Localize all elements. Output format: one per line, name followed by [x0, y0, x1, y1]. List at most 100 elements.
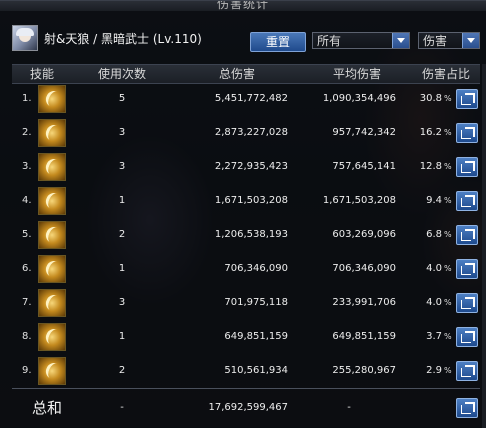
table-row[interactable]: 9. 2 510,561,934 255,280,967 2.9 % [12, 354, 486, 388]
sort-dropdown-value: 伤害 [423, 34, 448, 48]
row-total-damage: 510,561,934 [224, 365, 288, 376]
row-uses: 5 [118, 93, 126, 104]
row-average-damage: 603,269,096 [332, 229, 396, 240]
header-skill[interactable]: 技能 [12, 65, 72, 83]
share-icon[interactable] [456, 123, 478, 143]
row-uses: 1 [118, 263, 126, 274]
row-average-damage: 233,991,706 [332, 297, 396, 308]
percent-sign: % [444, 264, 452, 273]
share-icon[interactable] [456, 293, 478, 313]
row-average-damage: 757,645,141 [332, 161, 396, 172]
table-row[interactable]: 7. 3 701,975,118 233,991,706 4.0 % [12, 286, 486, 320]
row-damage-share: 9.4 [426, 195, 442, 206]
row-total-damage: 1,206,538,193 [214, 229, 288, 240]
share-icon[interactable] [456, 157, 478, 177]
skill-icon[interactable] [38, 255, 66, 283]
table-row[interactable]: 4. 1 1,671,503,208 1,671,503,208 9.4 % [12, 184, 486, 218]
row-index: 6. [22, 263, 32, 274]
row-total-damage: 2,272,935,423 [214, 161, 288, 172]
row-total-damage: 701,975,118 [224, 297, 288, 308]
share-icon[interactable] [456, 89, 478, 109]
share-icon[interactable] [456, 398, 478, 418]
percent-sign: % [444, 230, 452, 239]
share-icon[interactable] [456, 225, 478, 245]
reset-button[interactable]: 重置 [250, 32, 306, 52]
row-total-damage: 1,671,503,208 [214, 195, 288, 206]
header-average-damage[interactable]: 平均伤害 [302, 65, 412, 83]
totals-label: 总和 [32, 399, 63, 417]
skill-icon[interactable] [38, 357, 66, 385]
percent-sign: % [444, 162, 452, 171]
share-icon[interactable] [456, 259, 478, 279]
header-damage-share[interactable]: 伤害占比 [412, 65, 480, 83]
row-index: 4. [22, 195, 32, 206]
skill-icon[interactable] [38, 289, 66, 317]
skill-icon[interactable] [38, 323, 66, 351]
row-damage-share: 2.9 [426, 365, 442, 376]
totals-average-damage: - [347, 402, 351, 413]
row-uses: 2 [118, 229, 126, 240]
table-row[interactable]: 1. 5 5,451,772,482 1,090,354,496 30.8 % [12, 82, 486, 116]
sort-dropdown[interactable]: 伤害 [418, 32, 480, 49]
row-total-damage: 649,851,159 [224, 331, 288, 342]
skill-icon[interactable] [38, 85, 66, 113]
row-total-damage: 2,873,227,028 [214, 127, 288, 138]
damage-stats-window: 伤害统计 射&天狼 / 黑暗武士 (Lv.110) 重置 所有 伤害 技能 使用… [0, 0, 486, 428]
skill-icon[interactable] [38, 187, 66, 215]
player-info: 射&天狼 / 黑暗武士 (Lv.110) [12, 25, 202, 51]
row-damage-share: 12.8 [419, 161, 442, 172]
row-average-damage: 255,280,967 [332, 365, 396, 376]
row-index: 3. [22, 161, 32, 172]
row-damage-share: 4.0 [426, 297, 442, 308]
skill-icon[interactable] [38, 119, 66, 147]
player-avatar [12, 25, 38, 51]
skill-icon[interactable] [38, 153, 66, 181]
row-average-damage: 649,851,159 [332, 331, 396, 342]
totals-divider [12, 388, 480, 389]
percent-sign: % [444, 128, 452, 137]
table-row[interactable]: 5. 2 1,206,538,193 603,269,096 6.8 % [12, 218, 486, 252]
chevron-down-icon[interactable] [392, 33, 409, 48]
row-average-damage: 706,346,090 [332, 263, 396, 274]
row-index: 5. [22, 229, 32, 240]
table-row[interactable]: 2. 3 2,873,227,028 957,742,342 16.2 % [12, 116, 486, 150]
window-titlebar[interactable]: 伤害统计 [0, 1, 486, 11]
share-icon[interactable] [456, 327, 478, 347]
row-average-damage: 957,742,342 [332, 127, 396, 138]
chevron-down-icon[interactable] [462, 33, 479, 48]
row-uses: 1 [118, 331, 126, 342]
filter-dropdown[interactable]: 所有 [312, 32, 410, 49]
skill-icon[interactable] [38, 221, 66, 249]
share-icon[interactable] [456, 361, 478, 381]
row-index: 7. [22, 297, 32, 308]
row-uses: 3 [118, 161, 126, 172]
percent-sign: % [444, 366, 452, 375]
filter-dropdown-value: 所有 [317, 34, 342, 48]
row-damage-share: 30.8 [419, 93, 442, 104]
row-damage-share: 4.0 [426, 263, 442, 274]
row-index: 9. [22, 365, 32, 376]
header-total-damage[interactable]: 总伤害 [172, 65, 302, 83]
percent-sign: % [444, 298, 452, 307]
row-uses: 1 [118, 195, 126, 206]
row-damage-share: 3.7 [426, 331, 442, 342]
totals-total-damage: 17,692,599,467 [208, 402, 288, 413]
window-title: 伤害统计 [216, 1, 269, 11]
share-icon[interactable] [456, 191, 478, 211]
row-average-damage: 1,671,503,208 [322, 195, 396, 206]
table-row[interactable]: 8. 1 649,851,159 649,851,159 3.7 % [12, 320, 486, 354]
header-uses[interactable]: 使用次数 [72, 65, 172, 83]
row-index: 2. [22, 127, 32, 138]
table-row[interactable]: 6. 1 706,346,090 706,346,090 4.0 % [12, 252, 486, 286]
row-total-damage: 706,346,090 [224, 263, 288, 274]
scrollbar[interactable] [482, 64, 486, 428]
table-row[interactable]: 3. 3 2,272,935,423 757,645,141 12.8 % [12, 150, 486, 184]
row-uses: 3 [118, 297, 126, 308]
percent-sign: % [444, 332, 452, 341]
player-name: 射&天狼 / 黑暗武士 (Lv.110) [44, 31, 202, 46]
row-total-damage: 5,451,772,482 [214, 93, 288, 104]
row-uses: 2 [118, 365, 126, 376]
totals-row: 总和 - 17,692,599,467 - [12, 391, 486, 425]
row-damage-share: 6.8 [426, 229, 442, 240]
table-header: 技能 使用次数 总伤害 平均伤害 伤害占比 [12, 64, 480, 84]
